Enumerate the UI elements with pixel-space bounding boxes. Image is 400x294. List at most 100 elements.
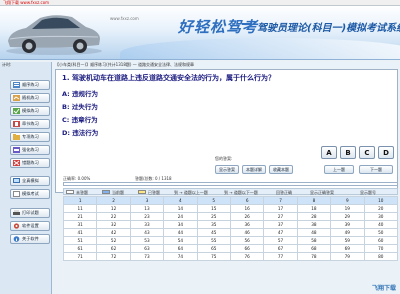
question-number-cell[interactable]: 66 <box>229 244 265 253</box>
question-number-cell[interactable]: 9 <box>330 196 365 205</box>
answer-a-button[interactable]: A <box>321 146 337 159</box>
question-number-cell[interactable]: 75 <box>196 252 231 261</box>
question-number-cell[interactable]: 59 <box>330 236 365 245</box>
question-number-cell[interactable]: 78 <box>296 252 332 261</box>
question-number-cell[interactable]: 54 <box>163 236 198 245</box>
question-number-cell[interactable]: 74 <box>163 252 198 261</box>
sidebar-item-random[interactable]: 随机练习 <box>10 93 50 103</box>
question-number-cell[interactable]: 65 <box>196 244 231 253</box>
question-number-cell[interactable]: 19 <box>330 204 365 213</box>
question-number-cell[interactable]: 63 <box>129 244 165 253</box>
question-number-cell[interactable]: 40 <box>363 220 399 229</box>
question-number-cell[interactable]: 42 <box>96 228 131 237</box>
question-number-cell[interactable]: 49 <box>330 228 365 237</box>
question-number-cell[interactable]: 14 <box>163 204 198 213</box>
answer-b-button[interactable]: B <box>340 146 356 159</box>
question-number-cell[interactable]: 5 <box>196 196 231 205</box>
sidebar-item-about[interactable]: 关于软件 <box>10 234 50 244</box>
question-number-cell[interactable]: 11 <box>62 204 98 213</box>
question-number-cell[interactable]: 20 <box>363 204 399 213</box>
sidebar-item-intensive[interactable]: 强化练习 <box>10 145 50 155</box>
option-d[interactable]: D: 违法行为 <box>62 127 98 137</box>
question-number-cell[interactable]: 36 <box>229 220 265 229</box>
sidebar-item-mock[interactable]: 模拟练习 <box>10 106 50 116</box>
question-number-cell[interactable]: 71 <box>62 252 98 261</box>
question-number-cell[interactable]: 69 <box>330 244 365 253</box>
question-number-cell[interactable]: 1 <box>62 196 98 205</box>
prev-button[interactable]: 上一题 <box>324 165 354 174</box>
question-number-cell[interactable]: 33 <box>129 220 165 229</box>
question-number-cell[interactable]: 38 <box>296 220 332 229</box>
question-number-cell[interactable]: 25 <box>196 212 231 221</box>
option-c[interactable]: C: 违章行为 <box>62 114 98 124</box>
question-number-cell[interactable]: 35 <box>196 220 231 229</box>
question-number-cell[interactable]: 8 <box>296 196 332 205</box>
question-number-cell[interactable]: 48 <box>296 228 332 237</box>
question-number-cell[interactable]: 46 <box>229 228 265 237</box>
question-number-cell[interactable]: 29 <box>330 212 365 221</box>
sidebar-item-print[interactable]: 打印试题 <box>10 208 50 218</box>
option-a[interactable]: A: 违规行为 <box>62 88 98 98</box>
question-number-cell[interactable]: 45 <box>196 228 231 237</box>
question-number-cell[interactable]: 17 <box>263 204 298 213</box>
question-number-cell[interactable]: 41 <box>62 228 98 237</box>
question-number-cell[interactable]: 79 <box>330 252 365 261</box>
question-number-cell[interactable]: 52 <box>96 236 131 245</box>
sidebar-item-fullsim[interactable]: 全真模拟 <box>10 176 50 186</box>
sidebar-item-chapter[interactable]: 章节练习 <box>10 119 50 129</box>
question-number-cell[interactable]: 15 <box>196 204 231 213</box>
question-number-cell[interactable]: 56 <box>229 236 265 245</box>
question-number-cell[interactable]: 47 <box>263 228 298 237</box>
question-number-cell[interactable]: 27 <box>263 212 298 221</box>
sidebar-item-settings[interactable]: 软件设置 <box>10 221 50 231</box>
next-button[interactable]: 下一题 <box>359 165 393 174</box>
question-number-cell[interactable]: 76 <box>229 252 265 261</box>
question-number-cell[interactable]: 62 <box>96 244 131 253</box>
question-number-cell[interactable]: 4 <box>163 196 198 205</box>
question-number-cell[interactable]: 51 <box>62 236 98 245</box>
question-number-cell[interactable]: 21 <box>62 212 98 221</box>
question-number-cell[interactable]: 53 <box>129 236 165 245</box>
sidebar-item-sequential[interactable]: 顺序练习 <box>10 80 50 90</box>
question-number-cell[interactable]: 28 <box>296 212 332 221</box>
show-answer-button[interactable]: 显示答案 <box>215 165 239 174</box>
question-number-cell[interactable]: 24 <box>163 212 198 221</box>
question-number-cell[interactable]: 72 <box>96 252 131 261</box>
question-number-cell[interactable]: 3 <box>129 196 165 205</box>
question-number-cell[interactable]: 70 <box>363 244 399 253</box>
question-number-cell[interactable]: 10 <box>363 196 399 205</box>
question-number-cell[interactable]: 18 <box>296 204 332 213</box>
question-number-cell[interactable]: 61 <box>62 244 98 253</box>
explain-button[interactable]: 本题详解 <box>242 165 266 174</box>
sidebar-item-exam[interactable]: 模拟考试 <box>10 189 50 199</box>
question-number-cell[interactable]: 13 <box>129 204 165 213</box>
question-number-cell[interactable]: 55 <box>196 236 231 245</box>
question-number-cell[interactable]: 60 <box>363 236 399 245</box>
question-number-cell[interactable]: 77 <box>263 252 298 261</box>
question-number-cell[interactable]: 6 <box>229 196 265 205</box>
question-number-cell[interactable]: 57 <box>263 236 298 245</box>
question-number-cell[interactable]: 32 <box>96 220 131 229</box>
question-number-cell[interactable]: 39 <box>330 220 365 229</box>
question-number-cell[interactable]: 37 <box>263 220 298 229</box>
question-number-cell[interactable]: 43 <box>129 228 165 237</box>
question-number-cell[interactable]: 16 <box>229 204 265 213</box>
question-number-cell[interactable]: 31 <box>62 220 98 229</box>
option-b[interactable]: B: 过失行为 <box>62 101 98 111</box>
question-number-cell[interactable]: 12 <box>96 204 131 213</box>
question-number-cell[interactable]: 73 <box>129 252 165 261</box>
question-number-cell[interactable]: 7 <box>263 196 298 205</box>
answer-c-button[interactable]: C <box>359 146 375 159</box>
question-number-cell[interactable]: 58 <box>296 236 332 245</box>
question-number-cell[interactable]: 67 <box>263 244 298 253</box>
question-number-cell[interactable]: 30 <box>363 212 399 221</box>
question-number-cell[interactable]: 50 <box>363 228 399 237</box>
question-number-cell[interactable]: 23 <box>129 212 165 221</box>
question-number-cell[interactable]: 68 <box>296 244 332 253</box>
question-number-cell[interactable]: 44 <box>163 228 198 237</box>
answer-d-button[interactable]: D <box>378 146 394 159</box>
question-number-cell[interactable]: 34 <box>163 220 198 229</box>
question-number-cell[interactable]: 64 <box>163 244 198 253</box>
question-number-cell[interactable]: 80 <box>363 252 399 261</box>
sidebar-item-mistakes[interactable]: 错题练习 <box>10 158 50 168</box>
